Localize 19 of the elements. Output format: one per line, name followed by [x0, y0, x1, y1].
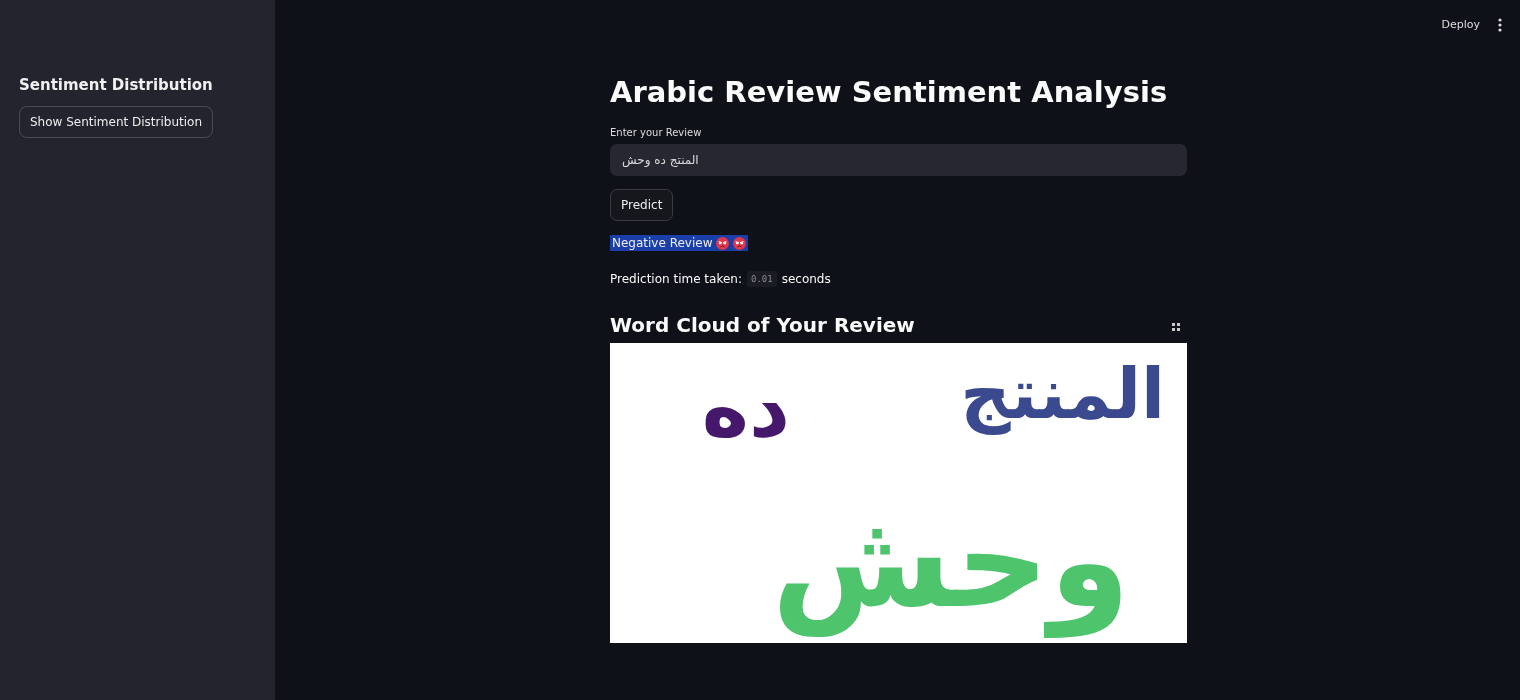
cloud-word: المنتج [960, 353, 1165, 435]
review-input-field[interactable]: المنتج ده وحش [610, 144, 1187, 176]
more-menu-icon[interactable] [1498, 17, 1502, 32]
deploy-button[interactable]: Deploy [1437, 14, 1484, 35]
cloud-word: ده [701, 362, 790, 455]
angry-face-icon [733, 236, 747, 250]
field-label: Enter your Review [610, 127, 702, 138]
timing-label: Prediction time taken: [610, 272, 742, 286]
angry-face-icon [716, 236, 730, 250]
result-text: Negative Review [612, 236, 713, 250]
page-title: Arabic Review Sentiment Analysis [610, 75, 1168, 109]
sidebar-heading: Sentiment Distribution [19, 76, 214, 94]
fullscreen-icon[interactable] [1172, 323, 1180, 331]
section-heading: Word Cloud of Your Review [610, 313, 915, 337]
show-distribution-button[interactable]: Show Sentiment Distribution [19, 106, 214, 138]
timing-value: 0.01 [746, 271, 777, 287]
predict-button[interactable]: Predict [610, 189, 674, 221]
cloud-word: وحش [771, 485, 1130, 637]
timing-unit: seconds [781, 272, 831, 286]
